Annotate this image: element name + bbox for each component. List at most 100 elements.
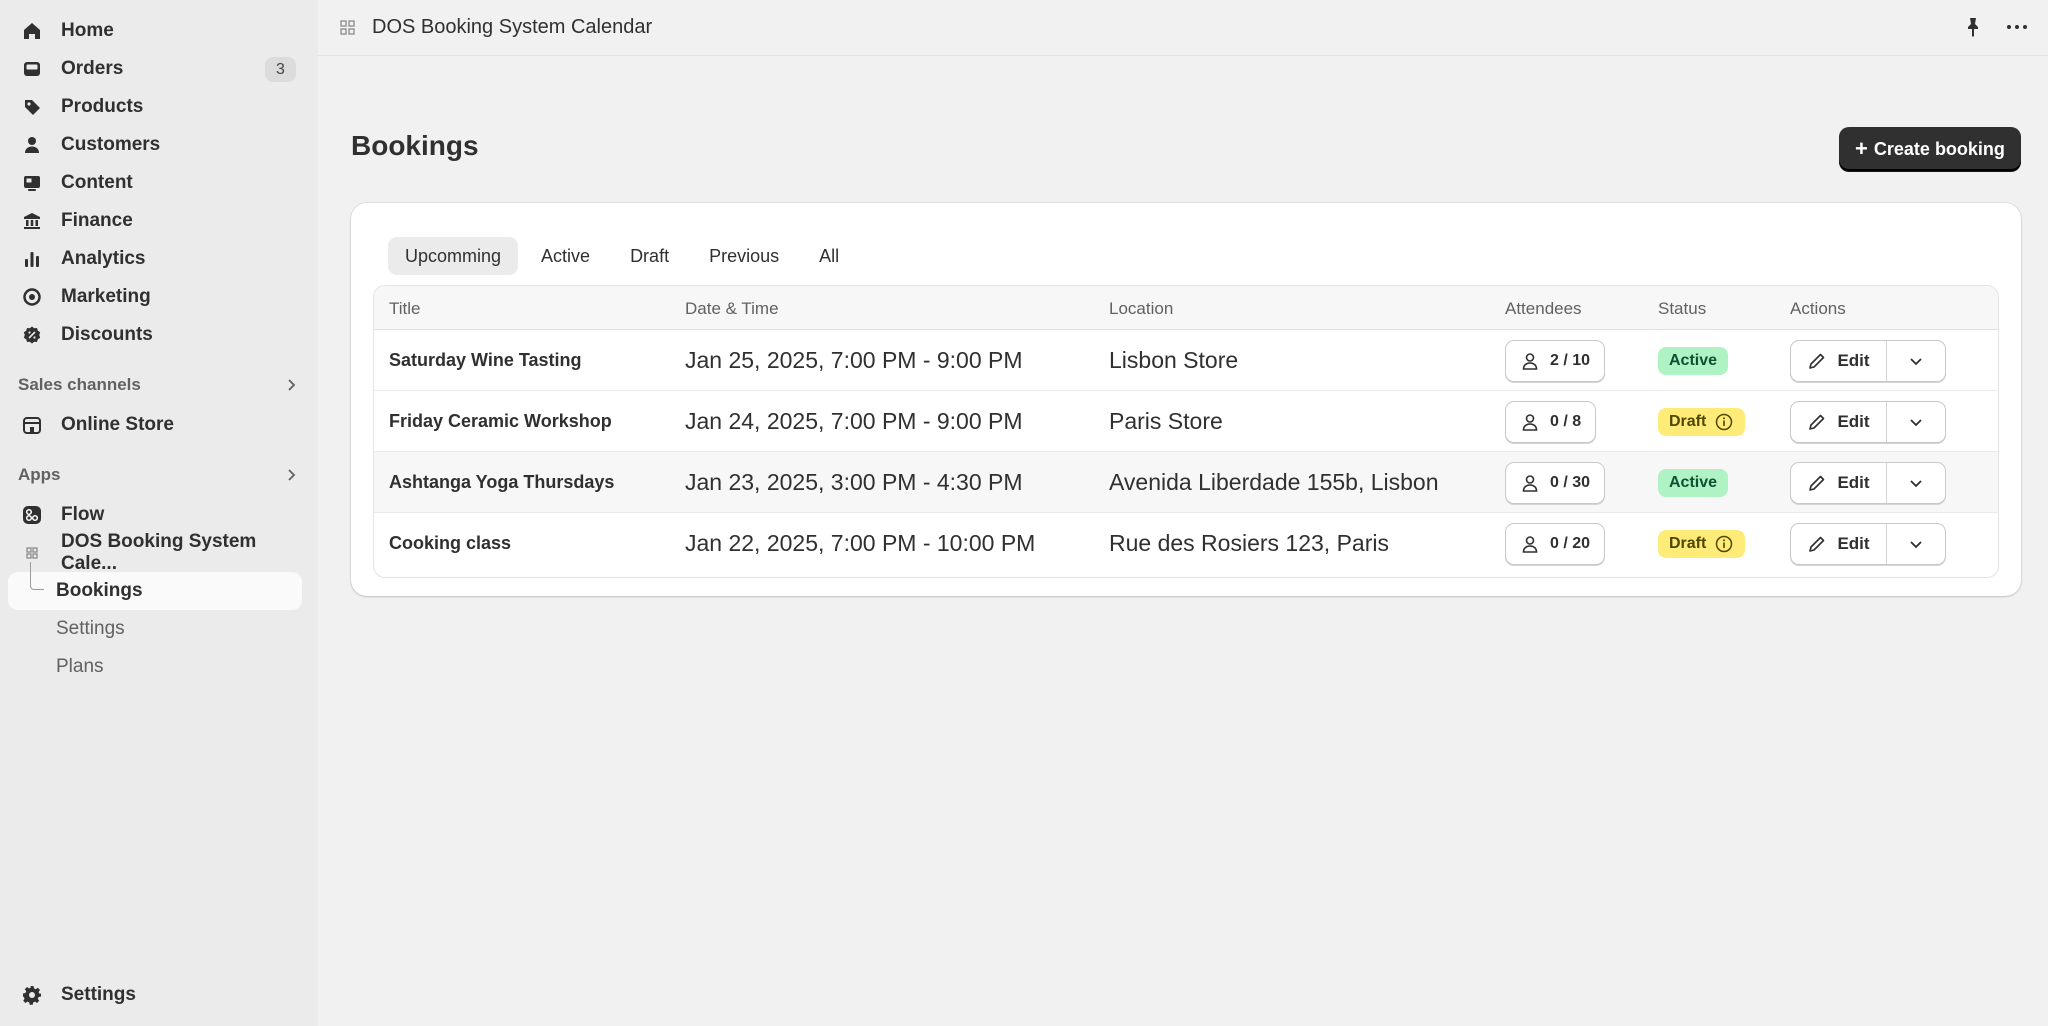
sidebar-item-discounts[interactable]: Discounts [8,316,302,354]
sidebar-item-label: Flow [61,504,105,525]
attendees-button[interactable]: 0 / 30 [1505,461,1606,504]
booking-date: Jan 22, 2025, 7:00 PM - 10:00 PM [685,530,1036,556]
sidebar-item-analytics[interactable]: Analytics [8,240,302,278]
more-actions-button[interactable] [1887,524,1945,564]
tab-active[interactable]: Active [524,237,607,275]
edit-label: Edit [1837,533,1870,553]
sidebar-item-orders[interactable]: Orders 3 [8,50,302,88]
page-title: Bookings [351,130,479,161]
column-header-attendees: Attendees [1505,299,1582,318]
header-actions [1960,14,2030,40]
sidebar-item-dos-booking[interactable]: DOS Booking System Cale... [8,531,302,574]
sidebar-item-products[interactable]: Products [8,88,302,126]
pin-icon[interactable] [1960,14,1986,40]
discount-icon [22,325,42,345]
sidebar-subitem-plans[interactable]: Plans [8,648,302,686]
sidebar-subitem-label: Bookings [56,580,143,601]
action-button-group: Edit [1790,522,1946,565]
edit-button[interactable]: Edit [1791,340,1887,381]
booking-location: Paris Store [1109,408,1223,434]
column-header-date: Date & Time [685,299,779,318]
table-row[interactable]: Cooking class Jan 22, 2025, 7:00 PM - 10… [374,513,1998,574]
action-button-group: Edit [1790,461,1946,504]
more-horizontal-icon[interactable] [2004,14,2030,40]
bar-chart-icon [22,249,42,269]
tab-upcomming[interactable]: Upcomming [388,237,519,275]
pencil-icon [1809,353,1825,369]
attendees-button[interactable]: 2 / 10 [1505,339,1606,382]
booking-title[interactable]: Cooking class [389,513,511,574]
table-row[interactable]: Friday Ceramic Workshop Jan 24, 2025, 7:… [374,391,1998,452]
action-button-group: Edit [1790,339,1946,382]
sidebar-item-label: Marketing [61,286,151,307]
edit-button[interactable]: Edit [1791,401,1887,442]
info-icon[interactable] [1714,412,1734,432]
booking-title[interactable]: Ashtanga Yoga Thursdays [389,452,614,513]
attendees-button[interactable]: 0 / 20 [1505,522,1606,565]
edit-label: Edit [1837,472,1870,492]
table-row[interactable]: Ashtanga Yoga Thursdays Jan 23, 2025, 3:… [374,452,1998,513]
table-body: Saturday Wine Tasting Jan 25, 2025, 7:00… [374,330,1998,574]
gear-icon [22,985,42,1005]
booking-title[interactable]: Friday Ceramic Workshop [389,391,612,452]
edit-button[interactable]: Edit [1791,523,1887,564]
more-actions-button[interactable] [1887,463,1945,503]
sales-channels-heading[interactable]: Sales channels [18,366,302,404]
status-label: Active [1669,351,1718,369]
sidebar-subitem-settings[interactable]: Settings [8,610,302,648]
sidebar-item-label: Customers [61,134,161,155]
tree-connector [30,562,44,590]
pencil-icon [1809,536,1825,552]
sidebar-item-label: Settings [61,984,136,1005]
booking-date: Jan 24, 2025, 7:00 PM - 9:00 PM [685,408,1023,434]
sidebar-item-marketing[interactable]: Marketing [8,278,302,316]
booking-location: Lisbon Store [1109,347,1239,373]
booking-date: Jan 23, 2025, 3:00 PM - 4:30 PM [685,469,1023,495]
sidebar-subitem-bookings[interactable]: Bookings [8,562,302,610]
sidebar-item-content[interactable]: Content [8,164,302,202]
flow-icon [22,505,42,525]
tab-draft[interactable]: Draft [613,237,686,275]
more-actions-button[interactable] [1887,341,1945,381]
booking-location: Avenida Liberdade 155b, Lisbon [1109,469,1439,495]
tab-previous[interactable]: Previous [692,237,796,275]
sidebar-subitem-label: Plans [56,656,104,677]
sidebar-item-home[interactable]: Home [8,12,302,50]
status-badge: Active [1658,346,1729,375]
actions-cell: Edit [1790,330,1946,391]
attendees-cell: 0 / 20 [1505,513,1606,574]
chevron-down-icon [1910,357,1922,365]
info-icon[interactable] [1714,534,1734,554]
booking-title[interactable]: Saturday Wine Tasting [389,330,582,391]
attendees-count: 2 / 10 [1550,351,1591,369]
sidebar-item-label: Online Store [61,414,174,435]
app-title: DOS Booking System Calendar [372,16,653,38]
chevron-right-icon [288,379,296,391]
more-actions-button[interactable] [1887,402,1945,442]
inbox-icon [22,59,42,79]
store-icon [22,415,42,435]
attendees-button[interactable]: 0 / 8 [1505,400,1597,443]
target-icon [22,287,42,307]
sidebar-item-finance[interactable]: Finance [8,202,302,240]
edit-button[interactable]: Edit [1791,462,1887,503]
sidebar-item-label: Orders [61,58,124,79]
column-header-status: Status [1658,299,1707,318]
sidebar: Home Orders 3 Products Customers Content… [0,0,318,1026]
person-outline-icon [1522,535,1538,553]
sidebar-item-online-store[interactable]: Online Store [8,406,302,444]
table-row[interactable]: Saturday Wine Tasting Jan 25, 2025, 7:00… [374,330,1998,391]
create-booking-button[interactable]: + Create booking [1839,127,2021,171]
tab-all[interactable]: All [802,237,856,275]
sidebar-item-customers[interactable]: Customers [8,126,302,164]
chevron-right-icon [288,469,296,481]
sidebar-item-label: DOS Booking System Cale... [61,531,257,574]
apps-label: Apps [18,465,61,484]
sidebar-item-label: Analytics [61,248,146,269]
chevron-down-icon [1910,418,1922,426]
sidebar-item-label: Discounts [61,324,153,345]
status-cell: Active [1658,452,1729,513]
sidebar-item-settings[interactable]: Settings [8,976,302,1014]
apps-heading[interactable]: Apps [18,456,302,494]
sidebar-item-flow[interactable]: Flow [8,496,302,534]
